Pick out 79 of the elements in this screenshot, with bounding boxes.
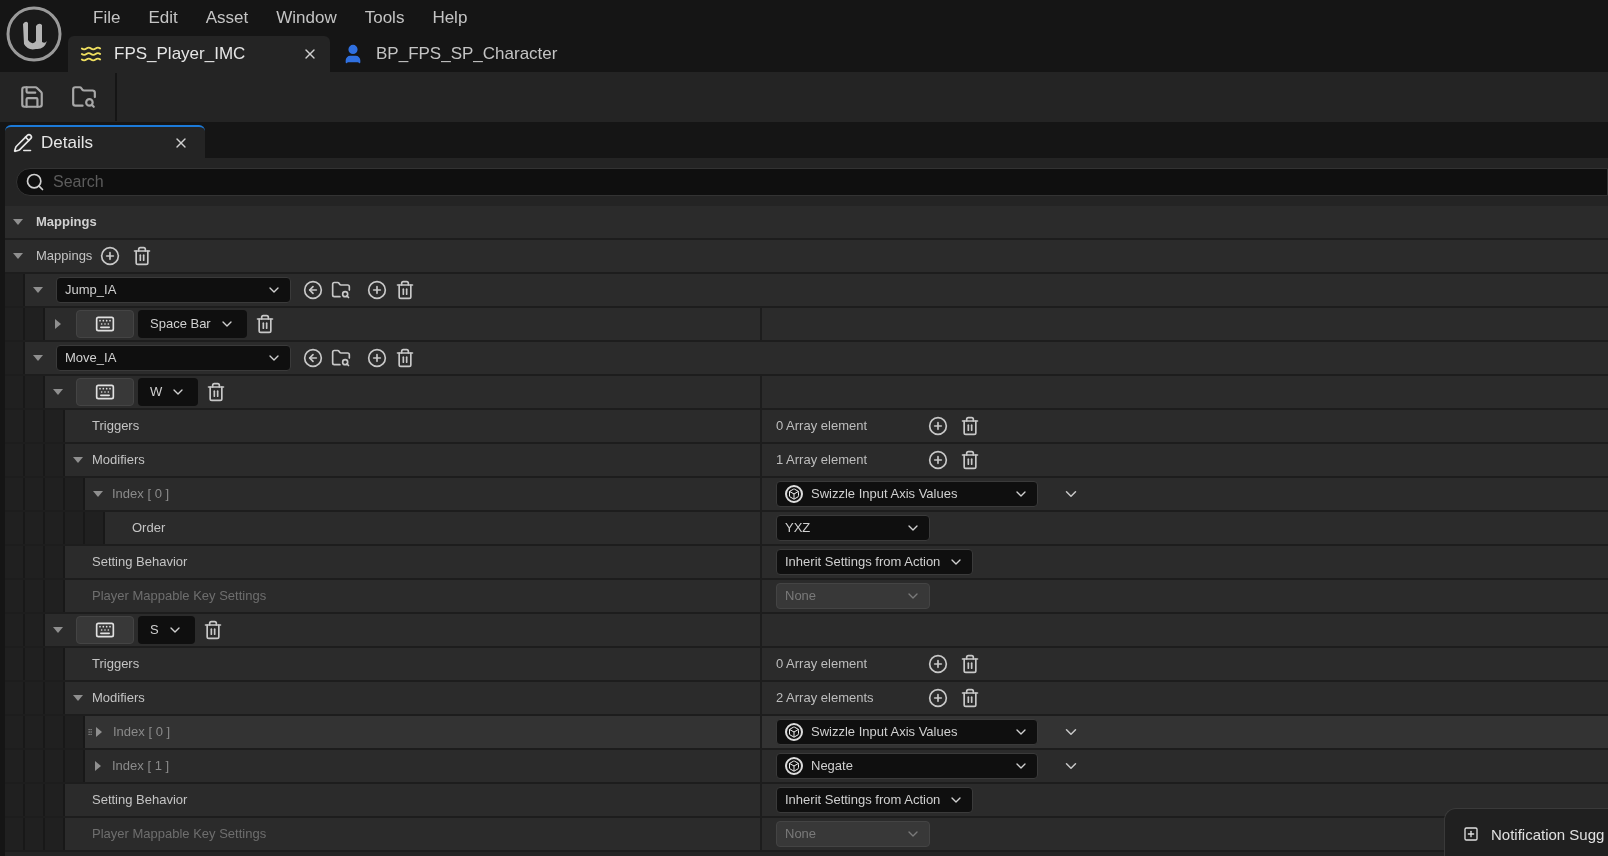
search-field[interactable]: Search: [16, 168, 1608, 196]
menu-item[interactable]: Tools: [350, 5, 419, 31]
trash-icon[interactable]: [254, 314, 275, 334]
menu-item[interactable]: Help: [418, 5, 482, 31]
keyboard-icon: [95, 314, 115, 334]
folder-search-icon[interactable]: [71, 84, 97, 110]
property-label: Triggers: [92, 655, 140, 674]
keyboard-icon: [95, 382, 115, 402]
add-icon[interactable]: [367, 280, 387, 300]
add-icon[interactable]: [928, 416, 948, 436]
panel-title: Details: [41, 131, 94, 154]
trash-icon[interactable]: [960, 416, 980, 436]
folder-search-icon[interactable]: [331, 348, 351, 368]
array-count: 0 Array element: [776, 417, 869, 436]
trash-icon[interactable]: [132, 246, 153, 266]
property-label: Setting Behavior: [92, 791, 188, 810]
document-tab[interactable]: BP_FPS_SP_Character: [330, 36, 570, 72]
add-icon[interactable]: [367, 348, 387, 368]
cube-icon: [785, 757, 803, 775]
cube-icon: [785, 723, 803, 741]
key-dropdown[interactable]: S: [138, 616, 195, 644]
property-label: Player Mappable Key Settings: [92, 825, 267, 844]
search-input[interactable]: Search: [53, 170, 1607, 194]
document-tab[interactable]: FPS_Player_IMC: [68, 36, 330, 72]
property-label: Triggers: [92, 417, 140, 436]
index-label: Index [ 0 ]: [113, 723, 171, 742]
dropdown[interactable]: Inherit Settings from Action: [776, 549, 974, 575]
property-label: Player Mappable Key Settings: [92, 587, 267, 606]
array-count: 2 Array elements: [776, 689, 875, 708]
save-icon[interactable]: [19, 84, 45, 110]
add-icon[interactable]: [928, 654, 948, 674]
menu-item[interactable]: File: [79, 5, 135, 31]
trash-icon[interactable]: [395, 348, 415, 368]
menu-item[interactable]: Asset: [191, 5, 263, 31]
pencil-icon: [13, 132, 33, 153]
trash-icon[interactable]: [206, 382, 227, 402]
dropdown[interactable]: YXZ: [776, 515, 930, 541]
array-count: 0 Array element: [776, 655, 869, 674]
keyboard-button[interactable]: [76, 378, 134, 406]
keyboard-button[interactable]: [76, 310, 134, 338]
trash-icon[interactable]: [960, 450, 980, 470]
property-label: Order: [132, 519, 166, 538]
key-dropdown[interactable]: Space Bar: [138, 310, 247, 338]
grip-icon[interactable]: [86, 728, 94, 736]
arrow-left-icon[interactable]: [303, 280, 323, 300]
trash-icon[interactable]: [960, 688, 980, 708]
dropdown[interactable]: Negate: [776, 753, 1038, 779]
dropdown[interactable]: Swizzle Input Axis Values: [776, 481, 1038, 507]
folder-search-icon[interactable]: [331, 280, 351, 300]
property-label: Modifiers: [92, 451, 145, 470]
index-label: Index [ 1 ]: [112, 757, 170, 776]
logo-icon[interactable]: [6, 6, 62, 62]
dropdown[interactable]: Move_IA: [56, 345, 291, 371]
category-title: Mappings: [36, 213, 97, 232]
arrow-left-icon[interactable]: [303, 348, 323, 368]
menu-item[interactable]: Edit: [134, 5, 192, 31]
panel-tab[interactable]: Details: [5, 125, 205, 158]
add-icon[interactable]: [100, 246, 121, 266]
index-label: Index [ 0 ]: [112, 485, 170, 504]
property-label: Modifiers: [92, 689, 145, 708]
property-label: Setting Behavior: [92, 553, 188, 572]
property-label: Mappings: [36, 247, 93, 266]
trash-icon[interactable]: [960, 654, 980, 674]
notification-text: Notification Sugg: [1491, 825, 1605, 845]
key-dropdown[interactable]: W: [138, 378, 199, 406]
dropdown[interactable]: Inherit Settings from Action: [776, 787, 974, 813]
add-icon[interactable]: [928, 688, 948, 708]
dropdown[interactable]: Jump_IA: [56, 277, 291, 303]
add-icon[interactable]: [928, 450, 948, 470]
dropdown[interactable]: Swizzle Input Axis Values: [776, 719, 1038, 745]
array-count: 1 Array element: [776, 451, 869, 470]
cube-icon: [785, 485, 803, 503]
search-icon: [25, 172, 45, 192]
keyboard-icon: [95, 620, 115, 640]
trash-icon[interactable]: [202, 620, 223, 640]
menu-item[interactable]: Window: [262, 5, 351, 31]
keyboard-button[interactable]: [76, 616, 134, 644]
notification-icon: [1463, 826, 1479, 842]
trash-icon[interactable]: [395, 280, 415, 300]
